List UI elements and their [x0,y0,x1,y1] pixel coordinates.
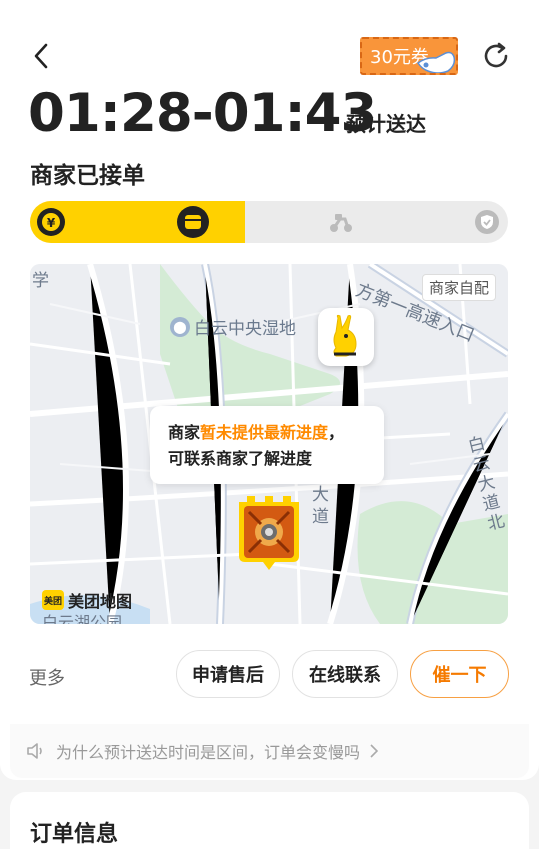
pointing-hand-icon [416,51,456,73]
shop-icon [177,206,209,238]
map-poi-wetland: ⬤ 白云中央湿地 [170,314,296,339]
svg-text:¥: ¥ [47,216,56,230]
delivery-progress-bar: ¥ [30,201,508,243]
order-info-card: 订单信息 [10,792,529,849]
progress-step-accepted [174,203,212,241]
more-actions-button[interactable]: 更多 [29,664,65,690]
map-provider-label: 美团地图 [68,592,133,611]
merchant-progress-tooltip: 商家暂未提供最新进度， 可联系商家了解进度 [150,406,384,484]
eta-time: 01:28-01:43 [28,83,377,144]
online-contact-button[interactable]: 在线联系 [292,650,398,698]
check-shield-icon [475,210,499,234]
back-button[interactable] [26,40,56,72]
tooltip-highlight: 暂未提供最新进度 [200,423,329,442]
chevron-right-icon [370,744,379,758]
speaker-icon [27,743,42,759]
merchant-marker[interactable] [235,494,303,570]
order-status-card: 30元券 01:28-01:43 预计送达 商家已接单 ¥ 学 方第一高速入口 … [0,0,539,780]
refresh-icon [484,42,508,68]
eta-label: 预计送达 [346,112,426,136]
yen-icon: ¥ [37,208,65,236]
meituan-logo-icon: 美团 [42,590,64,610]
progress-step-paid: ¥ [32,203,70,241]
refresh-button[interactable] [478,38,514,74]
map-poi-wetland-label: 白云中央湿地 [194,319,296,339]
urge-button[interactable]: 催一下 [410,650,509,698]
coupon-promo-button[interactable]: 30元券 [360,37,458,75]
scooter-icon [330,214,352,232]
tooltip-prefix: 商家 [168,423,201,442]
chevron-left-icon [34,43,48,69]
after-sales-button[interactable]: 申请售后 [176,650,280,698]
poi-pin-icon: ⬤ [170,316,190,337]
eta-explanation-link[interactable]: 为什么预计送达时间是区间，订单会变慢吗 [10,724,529,778]
map-label-avenue: 大道 [312,485,329,527]
tooltip-line-2: 可联系商家了解进度 [168,449,313,468]
map-label-xue: 学 [32,271,49,291]
self-delivery-tag: 商家自配 [422,274,497,301]
delivery-map[interactable]: 学 方第一高速入口 白云大道北 大道 白云湖公园 商家自配 ⬤ 白云中央湿地 商… [30,264,508,624]
rider-marker[interactable] [318,308,374,366]
eta-explanation-text: 为什么预计送达时间是区间，订单会变慢吗 [56,743,361,762]
shop-marker-icon [239,496,299,570]
progress-step-delivered [468,203,506,241]
order-info-title: 订单信息 [30,822,119,847]
map-provider-logo: 美团 美团地图 [42,588,132,612]
progress-step-delivering [322,203,360,241]
kangaroo-mascot-icon [333,314,357,357]
order-status-title: 商家已接单 [30,163,145,189]
tooltip-suffix: ， [328,423,345,442]
